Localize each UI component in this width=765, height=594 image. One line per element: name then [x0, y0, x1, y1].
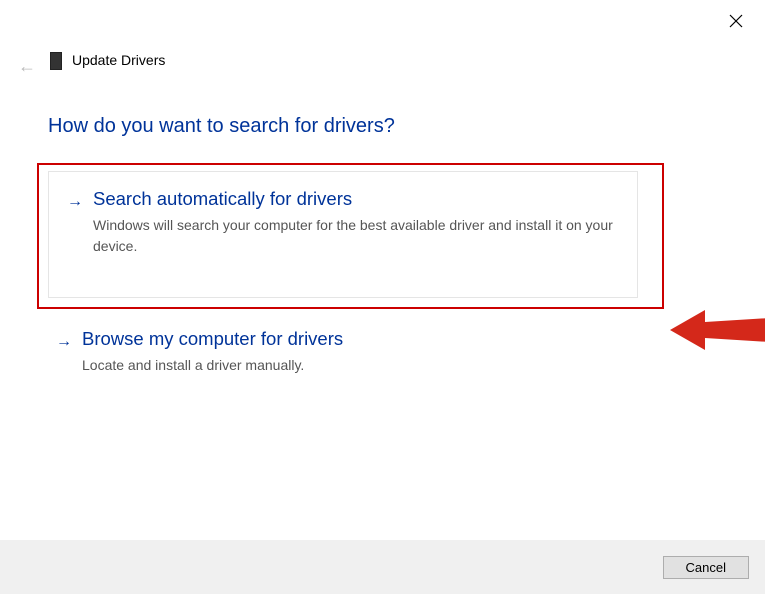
annotation-arrow-icon: [670, 300, 765, 360]
device-icon: [50, 52, 62, 70]
option-browse-computer[interactable]: → Browse my computer for drivers Locate …: [56, 328, 636, 376]
back-arrow-icon: ←: [18, 56, 36, 76]
back-button[interactable]: ←: [18, 56, 36, 77]
main-heading: How do you want to search for drivers?: [48, 115, 395, 138]
arrow-right-icon: →: [56, 333, 72, 351]
close-icon: [729, 14, 743, 28]
option-content: Browse my computer for drivers Locate an…: [82, 328, 636, 376]
option-title: Search automatically for drivers: [93, 188, 619, 210]
option-content: Search automatically for drivers Windows…: [93, 188, 619, 257]
option-description: Locate and install a driver manually.: [82, 355, 636, 376]
cancel-button[interactable]: Cancel: [663, 556, 749, 579]
option-title: Browse my computer for drivers: [82, 328, 636, 350]
close-button[interactable]: [729, 14, 745, 30]
option-search-automatically[interactable]: → Search automatically for drivers Windo…: [48, 171, 638, 298]
page-title: Update Drivers: [72, 52, 165, 68]
footer-bar: Cancel: [0, 540, 765, 594]
arrow-right-icon: →: [67, 193, 83, 211]
option-description: Windows will search your computer for th…: [93, 215, 619, 257]
